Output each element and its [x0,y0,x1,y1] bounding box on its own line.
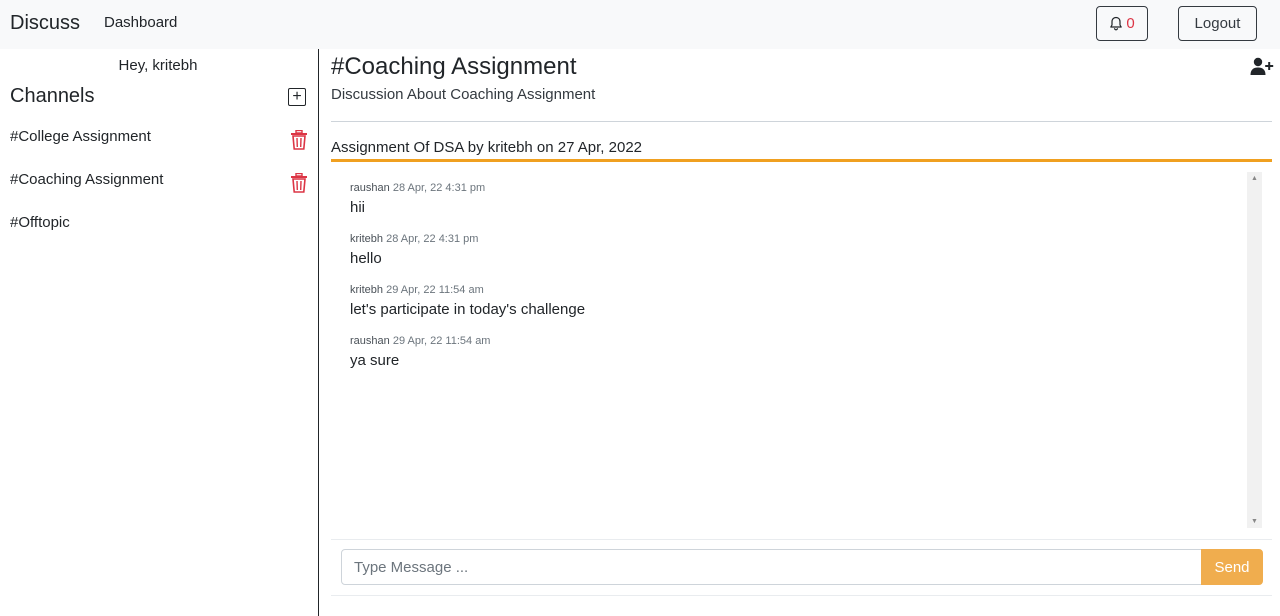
sidebar-item-coaching-assignment[interactable]: #Coaching Assignment [10,171,163,188]
dashboard-link[interactable]: Dashboard [104,14,177,31]
divider [331,121,1272,122]
logout-button[interactable]: Logout [1178,6,1257,41]
trash-icon[interactable] [290,173,308,193]
message-time: 28 Apr, 22 4:31 pm [386,233,479,245]
message-time: 29 Apr, 22 11:54 am [392,335,491,347]
message-author: kritebh [350,233,384,245]
scroll-up-arrow-icon[interactable]: ▲ [1247,175,1262,182]
message-author: raushan [350,182,390,194]
sidebar-item-college-assignment[interactable]: #College Assignment [10,128,151,145]
list-item: raushan 28 Apr, 22 4:31 pm hii [350,182,485,216]
scroll-down-arrow-icon[interactable]: ▼ [1247,518,1262,525]
message-author: kritebh [350,284,384,296]
message-meta: kritebh 28 Apr, 22 4:31 pm [350,233,478,245]
message-time: 28 Apr, 22 4:31 pm [392,182,486,194]
message-text: ya sure [350,352,400,369]
channel-title: #Coaching Assignment [331,53,577,80]
notification-count: 0 [1126,15,1135,32]
sidebar: Hey, kritebh Channels + #College Assignm… [0,49,319,616]
send-button[interactable]: Send [1201,549,1263,585]
message-scrollbar[interactable]: ▲ ▼ [1247,172,1262,528]
divider [331,539,1272,540]
list-item: kritebh 28 Apr, 22 4:31 pm hello [350,233,478,267]
sidebar-item-offtopic[interactable]: #Offtopic [10,214,70,231]
message-meta: kritebh 29 Apr, 22 11:54 am [350,284,585,296]
message-input[interactable] [341,549,1202,585]
topic-underline [331,159,1272,162]
notifications-button[interactable]: 0 [1096,6,1148,41]
user-greeting: Hey, kritebh [118,57,198,74]
plus-square-icon: + [292,88,302,105]
user-plus-icon[interactable] [1250,57,1274,77]
message-text: hello [350,250,382,267]
add-channel-button[interactable]: + [288,88,306,106]
divider [331,595,1272,596]
message-list: raushan 28 Apr, 22 4:31 pm hii kritebh 2… [331,170,1263,530]
channels-heading: Channels [10,85,95,107]
top-navbar: Discuss Dashboard 0 Logout [0,0,1280,49]
trash-icon[interactable] [290,130,308,150]
brand-logo[interactable]: Discuss [10,12,80,35]
list-item: kritebh 29 Apr, 22 11:54 am let's partic… [350,284,585,318]
message-time: 29 Apr, 22 11:54 am [386,284,484,296]
list-item: raushan 29 Apr, 22 11:54 am ya sure [350,335,490,369]
message-meta: raushan 29 Apr, 22 11:54 am [350,335,490,347]
bell-icon [1110,16,1123,31]
message-meta: raushan 28 Apr, 22 4:31 pm [350,182,485,194]
message-text: let's participate in today's challenge [350,301,586,318]
channel-description: Discussion About Coaching Assignment [331,86,596,103]
message-text: hii [350,199,366,216]
message-author: raushan [350,335,390,347]
topic-heading: Assignment Of DSA by kritebh on 27 Apr, … [331,139,643,156]
